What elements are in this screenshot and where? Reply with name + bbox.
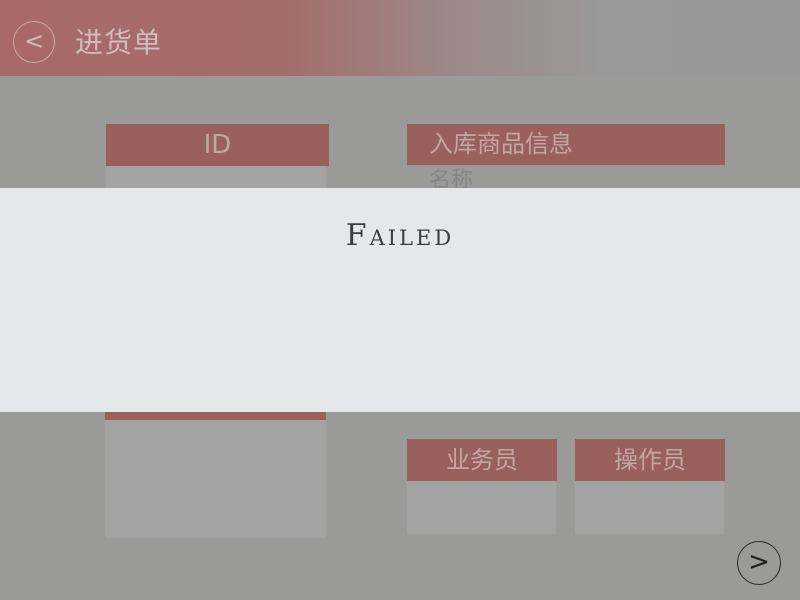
back-button[interactable]: <	[13, 21, 55, 63]
app-header: < 进货单	[0, 0, 800, 76]
id-column-header: ID	[106, 124, 329, 166]
salesperson-field[interactable]	[407, 481, 556, 534]
chevron-right-icon: >	[748, 547, 770, 577]
id-list[interactable]	[106, 166, 326, 188]
goods-info-header: 入库商品信息	[407, 124, 725, 165]
operator-header: 操作员	[575, 439, 725, 481]
chevron-left-icon: <	[23, 27, 45, 55]
next-button[interactable]: >	[737, 541, 781, 585]
operator-field[interactable]	[575, 481, 724, 534]
error-message: Failed	[345, 218, 455, 253]
page-title: 进货单	[75, 26, 163, 59]
id-panel-divider	[105, 412, 326, 420]
salesperson-header: 业务员	[407, 439, 557, 481]
error-dialog[interactable]: Failed	[0, 188, 800, 412]
id-list-lower[interactable]	[105, 420, 326, 538]
